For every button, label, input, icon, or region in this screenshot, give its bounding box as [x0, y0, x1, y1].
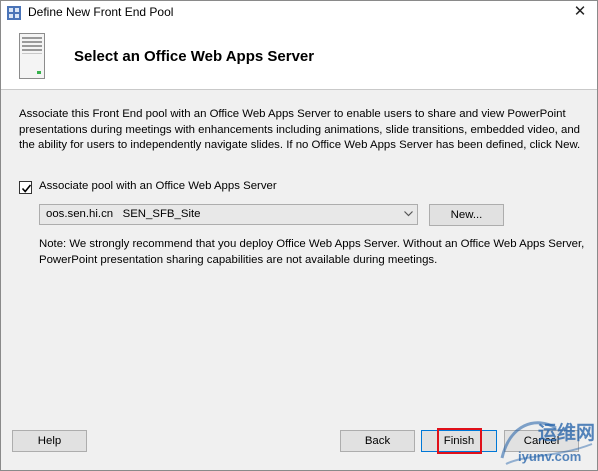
server-icon: [19, 33, 45, 79]
description-text: Associate this Front End pool with an Of…: [19, 108, 581, 151]
title-bar: Define New Front End Pool ✕: [1, 1, 597, 25]
help-button[interactable]: Help: [12, 430, 87, 452]
page-title: Select an Office Web Apps Server: [74, 48, 315, 65]
header-divider: [1, 89, 597, 90]
app-icon: [7, 6, 21, 20]
server-select[interactable]: oos.sen.hi.cn SEN_SFB_Site: [39, 204, 418, 225]
close-button[interactable]: ✕: [571, 3, 589, 21]
watermark-zh: 运维网: [538, 422, 596, 444]
wizard-header: Select an Office Web Apps Server: [1, 25, 597, 89]
associate-checkbox[interactable]: [19, 181, 32, 194]
checkmark-icon: [21, 184, 32, 193]
finish-highlight-box: [437, 428, 482, 454]
watermark: 运维网 iyunv.com: [496, 414, 596, 470]
back-button[interactable]: Back: [340, 430, 415, 452]
new-button[interactable]: New...: [429, 204, 504, 226]
window-title: Define New Front End Pool: [28, 5, 174, 19]
note-text: Note: We strongly recommend that you dep…: [39, 238, 585, 266]
associate-checkbox-label: Associate pool with an Office Web Apps S…: [39, 180, 277, 192]
close-icon: ✕: [573, 3, 587, 20]
wizard-window: Define New Front End Pool ✕ Select an Of…: [0, 0, 598, 471]
server-select-value: oos.sen.hi.cn SEN_SFB_Site: [46, 208, 201, 220]
chevron-down-icon: [404, 211, 413, 217]
watermark-en: iyunv.com: [518, 449, 582, 464]
